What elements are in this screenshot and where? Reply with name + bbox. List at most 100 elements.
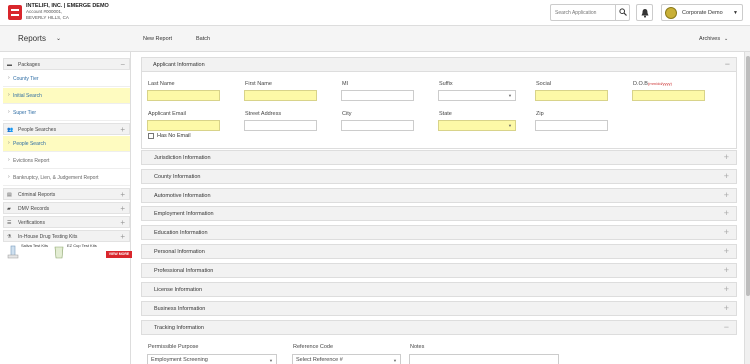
sidebar-section-criminal[interactable]: ▤ Criminal Reports + (3, 188, 130, 200)
plus-icon[interactable]: + (724, 227, 729, 237)
mi-field[interactable] (341, 90, 414, 101)
chevron-right-icon: › (8, 140, 10, 146)
dob-field[interactable] (632, 90, 705, 101)
chevron-down-icon: ▼ (269, 358, 273, 363)
purpose-value: Employment Screening (151, 357, 208, 363)
plus-icon[interactable]: + (120, 218, 125, 227)
section-title: Business Information (154, 306, 206, 312)
section-label: Verifications (18, 220, 45, 226)
dob-format-hint: (mm/dd/yyyy) (647, 81, 672, 86)
sidebar-item-initial-search[interactable]: › Initial Search (3, 88, 130, 104)
sidebar-item-super-tier[interactable]: › Super Tier (3, 105, 130, 121)
street-field[interactable] (244, 120, 317, 131)
sidebar-item-label: Bankruptcy, Lien, & Judgement Report (13, 175, 99, 181)
chevron-down-icon[interactable]: ⌄ (56, 35, 61, 42)
section-title: Jurisdiction Information (154, 155, 211, 161)
chevron-down-icon: ▼ (393, 358, 397, 363)
minus-icon[interactable]: − (725, 59, 730, 69)
section-education[interactable]: Education Information + (141, 225, 737, 240)
section-county[interactable]: County Information + (141, 169, 737, 184)
minus-icon[interactable]: − (120, 60, 125, 69)
social-label: Social (536, 81, 551, 87)
plus-icon[interactable]: + (120, 125, 125, 134)
batch-link[interactable]: Batch (196, 36, 210, 42)
plus-icon[interactable]: + (120, 232, 125, 241)
section-employment[interactable]: Employment Information + (141, 206, 737, 221)
section-title: Personal Information (154, 249, 205, 255)
chevron-right-icon: › (8, 109, 10, 115)
page-scrollbar[interactable] (744, 52, 750, 364)
sidebar-item-label: Evictions Report (13, 158, 50, 164)
plus-icon[interactable]: + (724, 284, 729, 294)
social-field[interactable] (535, 90, 608, 101)
last-name-field[interactable] (147, 90, 220, 101)
notes-label: Notes (410, 344, 425, 350)
sidebar-item-label: Super Tier (13, 110, 37, 116)
purpose-select[interactable]: Employment Screening ▼ (147, 354, 277, 364)
test-kits-banner[interactable]: Saliva Test Kits EZ Cup Test Kits VIEW M… (5, 243, 132, 261)
state-label: State (439, 111, 452, 117)
first-name-field[interactable] (244, 90, 317, 101)
chevron-down-icon[interactable]: ⌄ (724, 36, 728, 42)
check-list-icon: ☰ (7, 220, 12, 226)
applicant-panel-header[interactable]: Applicant Information − (142, 58, 736, 72)
plus-icon[interactable]: + (724, 303, 729, 313)
dob-label: D.O.B(mm/dd/yyyy) (633, 81, 672, 87)
zip-field[interactable] (535, 120, 608, 131)
sub-header: Reports ⌄ New Report Batch Archives ⌄ (0, 26, 750, 52)
plus-icon[interactable]: + (724, 171, 729, 181)
suffix-select[interactable]: ▼ (438, 90, 516, 101)
city-field[interactable] (341, 120, 414, 131)
sidebar-item-evictions[interactable]: › Evictions Report (3, 153, 130, 169)
plus-icon[interactable]: + (724, 190, 729, 200)
section-label: People Searches (18, 127, 57, 133)
plus-icon[interactable]: + (724, 265, 729, 275)
section-business[interactable]: Business Information + (141, 301, 737, 316)
view-more-button[interactable]: VIEW MORE (106, 251, 132, 258)
plus-icon[interactable]: + (120, 190, 125, 199)
state-select[interactable]: ▼ (438, 120, 516, 131)
scrollbar-thumb[interactable] (746, 56, 750, 296)
search-input[interactable] (551, 5, 615, 20)
sidebar-item-label: Initial Search (13, 93, 42, 99)
minus-icon[interactable]: − (724, 322, 729, 332)
dob-label-text: D.O.B (633, 81, 648, 87)
section-license[interactable]: License Information + (141, 282, 737, 297)
reference-label: Reference Code (293, 344, 334, 350)
city-label: City (342, 111, 352, 117)
bell-icon (641, 9, 649, 18)
email-field[interactable] (147, 120, 220, 131)
last-name-label: Last Name (148, 81, 175, 87)
no-email-checkbox[interactable] (148, 133, 154, 139)
archives-menu[interactable]: Archives (699, 36, 720, 42)
account-name: Corporate Demo (682, 10, 723, 16)
search-button[interactable] (615, 5, 629, 20)
plus-icon[interactable]: + (724, 208, 729, 218)
document-icon: ▤ (7, 192, 12, 198)
account-menu[interactable]: Corporate Demo ▼ (661, 4, 743, 21)
new-report-link[interactable]: New Report (143, 36, 172, 42)
sidebar-section-people-searches[interactable]: 👥 People Searches + (3, 123, 130, 135)
section-automotive[interactable]: Automotive Information + (141, 188, 737, 203)
sidebar-section-packages[interactable]: ▬ Packages − (3, 58, 130, 70)
section-professional[interactable]: Professional Information + (141, 263, 737, 278)
reports-menu[interactable]: Reports (18, 34, 46, 43)
sidebar-item-county-tier[interactable]: › County Tier (3, 71, 130, 87)
notes-field[interactable] (409, 354, 559, 364)
section-jurisdiction[interactable]: Jurisdiction Information + (141, 150, 737, 165)
sidebar-section-drug-testing[interactable]: ⚗ In-House Drug Testing Kits + (3, 230, 130, 242)
sidebar-section-verifications[interactable]: ☰ Verifications + (3, 216, 130, 228)
sidebar-item-bankruptcy[interactable]: › Bankruptcy, Lien, & Judgement Report (3, 170, 130, 186)
flask-icon: ⚗ (7, 234, 12, 240)
notifications-button[interactable] (636, 4, 653, 21)
section-label: Criminal Reports (18, 192, 56, 198)
section-title: Tracking Information (154, 325, 204, 331)
plus-icon[interactable]: + (724, 246, 729, 256)
section-personal[interactable]: Personal Information + (141, 244, 737, 259)
sidebar-item-people-search[interactable]: › People Search (3, 136, 130, 152)
reference-select[interactable]: Select Reference # ▼ (292, 354, 401, 364)
sidebar-section-dmv[interactable]: ▰ DMV Records + (3, 202, 130, 214)
section-tracking[interactable]: Tracking Information − (141, 320, 737, 335)
plus-icon[interactable]: + (120, 204, 125, 213)
plus-icon[interactable]: + (724, 152, 729, 162)
